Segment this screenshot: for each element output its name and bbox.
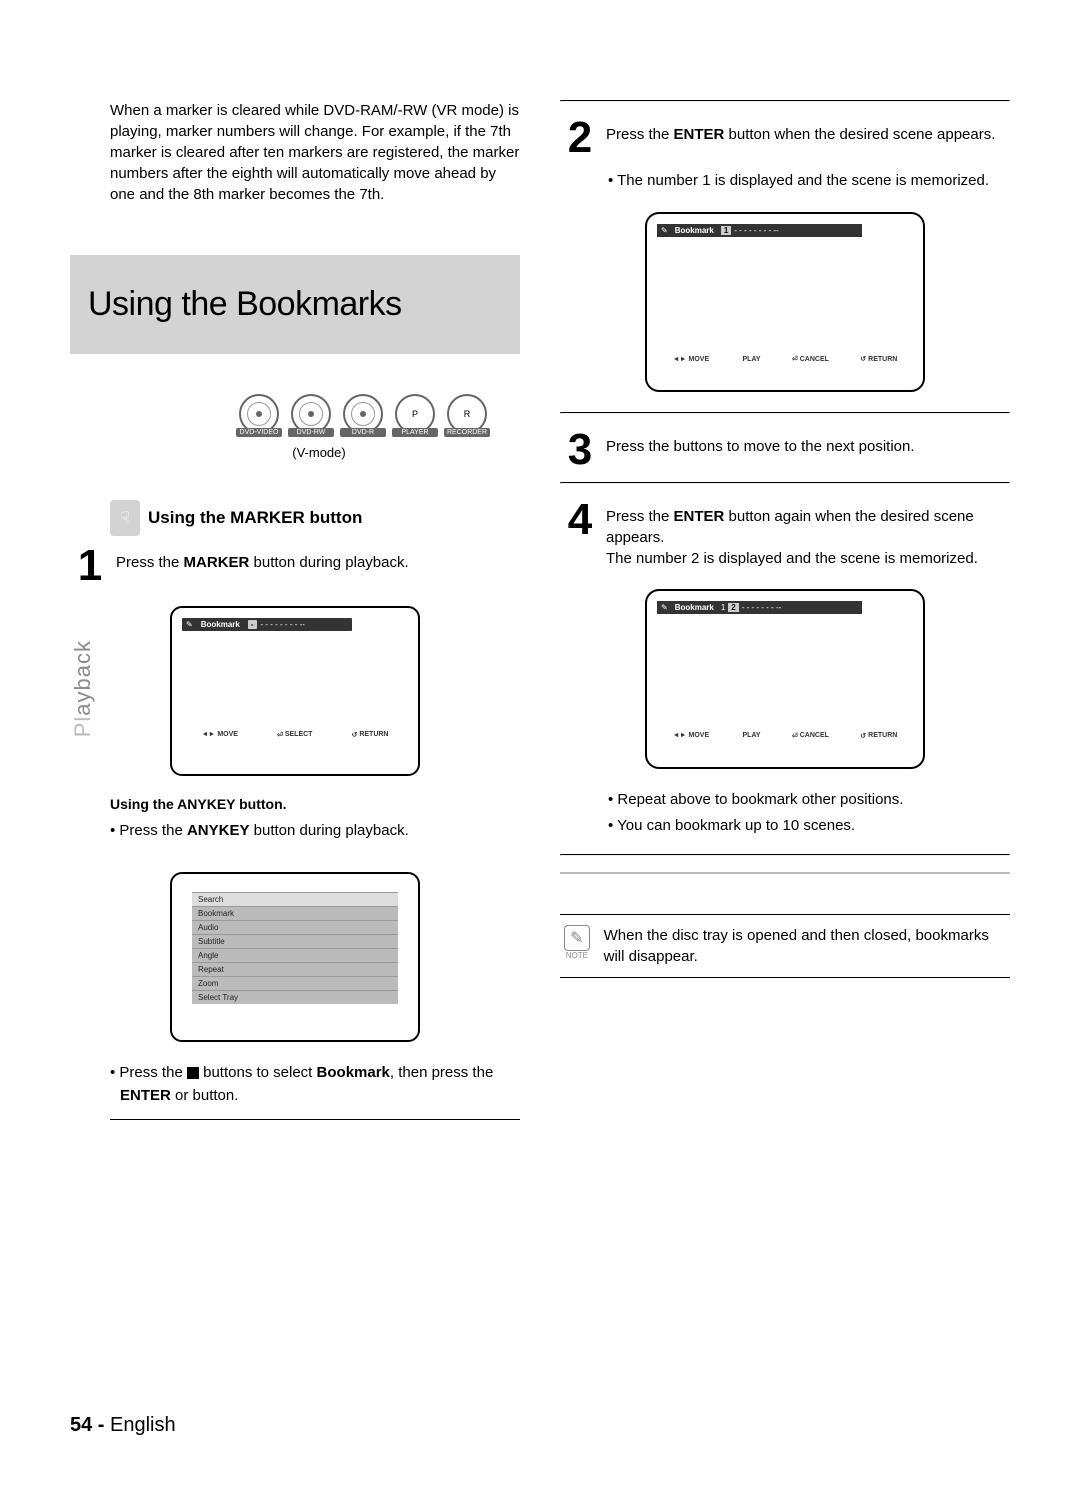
menu-item: Zoom (192, 976, 398, 990)
bookmark-icon: ✎ (186, 620, 193, 629)
divider (560, 482, 1010, 484)
step-3-text: Press the buttons to move to the next po… (606, 430, 915, 470)
return-icon: ↺ (351, 731, 357, 739)
step-3-number: 3 (560, 430, 600, 470)
anykey-menu-screen: Search Bookmark Audio Subtitle Angle Rep… (170, 872, 420, 1042)
cancel-icon: ⏎ (792, 355, 798, 363)
select-icon: ⏎ (277, 731, 283, 739)
press-select-bullet: • Press the buttons to select Bookmark, … (110, 1062, 520, 1107)
menu-item: Angle (192, 948, 398, 962)
menu-item: Audio (192, 920, 398, 934)
marker-section-header: ☟ Using the MARKER button (110, 500, 520, 536)
page-language: English (110, 1414, 176, 1436)
grey-divider (560, 872, 1010, 874)
menu-item: Bookmark (192, 906, 398, 920)
right-column: 2 Press the ENTER button when the desire… (560, 100, 1010, 1132)
screen-bottom-hints: ◄►MOVE PLAY ⏎CANCEL ↺RETURN (657, 732, 913, 740)
repeat-bullet: • Repeat above to bookmark other positio… (608, 789, 1010, 812)
return-icon: ↺ (860, 355, 866, 363)
disc-dvdr: DVD-R (340, 394, 386, 439)
step-1-text: Press the MARKER button during playback. (116, 546, 409, 586)
disc-type-icons: DVD-VIDEO DVD-RW DVD-R PPLAYER RRECORDER (70, 394, 520, 439)
bookmark-icon: ✎ (661, 226, 668, 235)
step-2-number: 2 (560, 118, 600, 158)
step-1-number: 1 (70, 546, 110, 586)
step-2-bullet: • The number 1 is displayed and the scen… (608, 170, 1010, 193)
left-column: When a marker is cleared while DVD-RAM/-… (70, 100, 520, 1132)
page-content: When a marker is cleared while DVD-RAM/-… (0, 0, 1080, 1132)
vmode-label: (V-mode) (70, 445, 520, 460)
move-icon: ◄► (673, 356, 687, 363)
step-1: 1 Press the MARKER button during playbac… (70, 546, 520, 586)
section-title: Using the Bookmarks (88, 285, 502, 324)
disc-dvdrw: DVD-RW (288, 394, 334, 439)
menu-item: Subtitle (192, 934, 398, 948)
bookmark-screen-1: ✎ Bookmark 1 - - - - - - - - -- ◄►MOVE P… (645, 212, 925, 392)
bookmark-icon: ✎ (661, 603, 668, 612)
step-3: 3 Press the buttons to move to the next … (560, 430, 1010, 470)
step-2-text: Press the ENTER button when the desired … (606, 118, 995, 158)
note-pencil-icon: ✎ (564, 925, 590, 951)
nav-square-icon (187, 1067, 199, 1079)
menu-item: Repeat (192, 962, 398, 976)
divider (560, 100, 1010, 102)
step-4-number: 4 (560, 500, 600, 569)
return-icon: ↺ (860, 732, 866, 740)
divider (560, 412, 1010, 414)
bookmark-screen-2: ✎ Bookmark 1 2 - - - - - - - -- ◄►MOVE P… (645, 589, 925, 769)
menu-item: Search (192, 892, 398, 906)
disc-player: PPLAYER (392, 394, 438, 439)
move-icon: ◄► (673, 732, 687, 739)
screen-bottom-hints: ◄►MOVE ⏎SELECT ↺RETURN (182, 731, 408, 739)
step-2: 2 Press the ENTER button when the desire… (560, 118, 1010, 158)
menu-item: Select Tray (192, 990, 398, 1004)
disc-recorder: RRECORDER (444, 394, 490, 439)
divider (110, 1119, 520, 1120)
limit-bullet: • You can bookmark up to 10 scenes. (608, 815, 1010, 838)
chapter-tab: Playback (70, 640, 96, 737)
page-footer: 54 - English (70, 1414, 176, 1437)
marker-section-title: Using the MARKER button (148, 508, 362, 528)
anykey-header: Using the ANYKEY button. (110, 796, 520, 812)
note-icon-column: ✎ NOTE (560, 925, 594, 967)
step-4: 4 Press the ENTER button again when the … (560, 500, 1010, 569)
intro-paragraph: When a marker is cleared while DVD-RAM/-… (110, 100, 520, 205)
disc-dvdvideo: DVD-VIDEO (236, 394, 282, 439)
hand-pointer-icon: ☟ (110, 500, 140, 536)
anykey-bullet: • Press the ANYKEY button during playbac… (110, 820, 520, 843)
note-label: NOTE (566, 951, 588, 960)
cancel-icon: ⏎ (792, 732, 798, 740)
note-text: When the disc tray is opened and then cl… (604, 925, 1010, 967)
page-number: 54 - (70, 1414, 104, 1436)
note-box: ✎ NOTE When the disc tray is opened and … (560, 914, 1010, 978)
divider (560, 854, 1010, 856)
move-icon: ◄► (201, 731, 215, 738)
screen-bottom-hints: ◄►MOVE PLAY ⏎CANCEL ↺RETURN (657, 355, 913, 363)
section-title-box: Using the Bookmarks (70, 255, 520, 354)
step-4-text: Press the ENTER button again when the de… (606, 500, 1010, 569)
bookmark-screen-empty: ✎ Bookmark - - - - - - - - - -- ◄►MOVE ⏎… (170, 606, 420, 776)
